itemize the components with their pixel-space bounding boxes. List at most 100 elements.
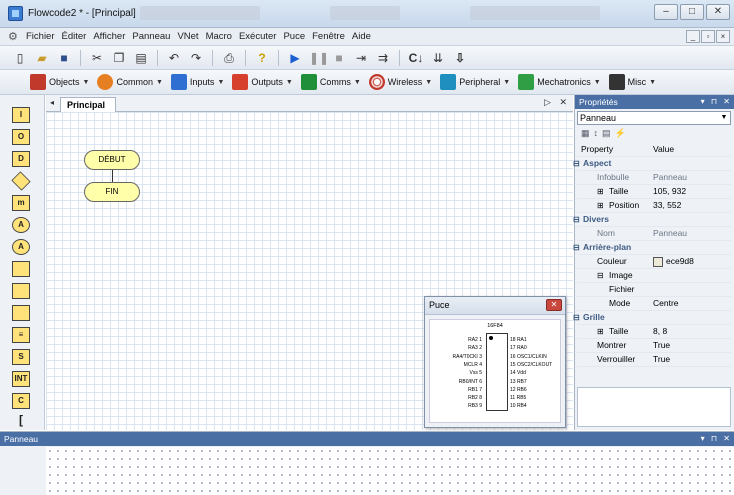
undo-icon[interactable]: ↶ [166, 50, 182, 66]
mdi-minimize-button[interactable]: _ [686, 30, 700, 43]
start-node[interactable]: DÉBUT [84, 150, 140, 170]
chip-pin-right[interactable]: 16 OSC1/CLKIN [510, 353, 547, 361]
pause-icon[interactable]: ❚❚ [309, 50, 329, 66]
chip-pin-left[interactable]: RB3 9 [468, 402, 482, 410]
delay-icon[interactable]: D [12, 151, 30, 167]
print-icon[interactable]: ⎙ [221, 50, 237, 66]
common-menu-button[interactable]: Common ▼ [97, 74, 163, 90]
step-into-icon[interactable]: ⇥ [353, 50, 369, 66]
close-button[interactable]: ✕ [706, 4, 730, 20]
menu-fichier[interactable]: Fichier [26, 31, 55, 42]
output-icon[interactable]: O [12, 129, 30, 145]
end-node[interactable]: FIN [84, 182, 140, 202]
property-row[interactable]: Montrer True [577, 339, 731, 353]
property-value[interactable]: Panneau [653, 227, 687, 240]
property-value[interactable]: Panneau [653, 171, 687, 184]
mdi-restore-button[interactable]: ▫ [701, 30, 715, 43]
alphabetical-icon[interactable]: ↕ [594, 128, 603, 138]
component-macro-icon[interactable] [12, 305, 30, 321]
menu-aide[interactable]: Aide [352, 31, 371, 42]
string-icon[interactable]: S [12, 349, 30, 365]
help-icon[interactable]: ? [254, 50, 270, 66]
chip-pin-right[interactable]: 12 RB6 [510, 386, 527, 394]
menu-puce[interactable]: Puce [283, 31, 305, 42]
interrupt-icon[interactable]: INT [12, 371, 30, 387]
c-code-icon[interactable]: C [12, 393, 30, 409]
loop-icon[interactable] [12, 261, 30, 277]
chip-pin-right[interactable]: 10 RB4 [510, 402, 527, 410]
property-row[interactable]: Infobulle Panneau [577, 171, 731, 185]
a-to-d-icon[interactable]: A [12, 217, 30, 233]
input-icon[interactable]: I [12, 107, 30, 123]
collapse-icon[interactable]: ⊟ [573, 213, 580, 226]
menu-macro[interactable]: Macro [206, 31, 232, 42]
property-row[interactable]: ⊞ Taille 105, 932 [577, 185, 731, 199]
expand-icon[interactable]: ⊞ [597, 325, 604, 338]
pin-icon[interactable]: ⊓ [711, 434, 717, 443]
property-value[interactable]: 8, 8 [653, 325, 667, 338]
panel-canvas[interactable] [46, 447, 734, 495]
chip-pin-left[interactable]: RA2 1 [468, 336, 482, 344]
property-row[interactable]: ⊞ Taille 8, 8 [577, 325, 731, 339]
chip-window-title-bar[interactable]: Puce ✕ [425, 297, 565, 315]
property-row[interactable]: Couleur ece9d8 [577, 255, 731, 269]
maximize-button[interactable]: □ [680, 4, 704, 20]
menu-editer[interactable]: Éditer [62, 31, 87, 42]
chip-pin-right[interactable]: 13 RB7 [510, 378, 527, 386]
minimize-button[interactable]: – [654, 4, 678, 20]
panel-menu-icon[interactable]: ▾ [701, 97, 705, 106]
chip-pin-right[interactable]: 18 RA1 [510, 336, 527, 344]
peripheral-menu-button[interactable]: Peripheral ▼ [440, 74, 510, 90]
property-value[interactable]: 105, 932 [653, 185, 686, 198]
property-row[interactable]: ⊟ Arrière-plan [573, 241, 731, 255]
chip-pin-left[interactable]: Vss 5 [469, 369, 482, 377]
close-tab-icon[interactable]: ✕ [559, 97, 567, 107]
tab-scroll-left-icon[interactable]: ◂ [50, 98, 54, 107]
chip-pin-right[interactable]: 17 RA0 [510, 344, 527, 352]
new-file-icon[interactable]: ▯ [12, 50, 28, 66]
panel-menu-icon[interactable]: ▾ [701, 434, 705, 443]
object-selector-dropdown[interactable]: Panneau ▼ [577, 111, 731, 125]
chip-pin-left[interactable]: RB2 8 [468, 394, 482, 402]
chip-package[interactable] [486, 333, 508, 411]
stop-icon[interactable]: ■ [331, 50, 347, 66]
property-row[interactable]: Fichier [577, 283, 731, 297]
wireless-menu-button[interactable]: Wireless ▼ [368, 74, 432, 90]
redo-icon[interactable]: ↷ [188, 50, 204, 66]
calculation-icon[interactable]: ≡ [12, 327, 30, 343]
property-row[interactable]: ⊟ Divers [573, 213, 731, 227]
property-value[interactable]: Centre [653, 297, 679, 310]
mechatronics-menu-button[interactable]: Mechatronics ▼ [518, 74, 601, 90]
pin-icon[interactable]: ⊓ [711, 97, 717, 106]
save-icon[interactable]: ■ [56, 50, 72, 66]
menu-afficher[interactable]: Afficher [93, 31, 125, 42]
property-value[interactable]: True [653, 353, 670, 366]
expand-icon[interactable]: ⊞ [597, 185, 604, 198]
jump-icon[interactable]: A [12, 239, 30, 255]
step-over-icon[interactable]: ⇉ [375, 50, 391, 66]
open-folder-icon[interactable]: ▰ [34, 50, 50, 66]
misc-menu-button[interactable]: Misc ▼ [608, 74, 656, 90]
comment-icon[interactable]: [ [12, 413, 30, 429]
chip-pin-left[interactable]: MCLR 4 [464, 361, 482, 369]
collapse-icon[interactable]: ⊟ [597, 269, 604, 282]
compile-c-icon[interactable]: C↓ [408, 50, 424, 66]
tab-principal[interactable]: Principal [60, 97, 117, 112]
objects-menu-button[interactable]: Objects ▼ [30, 74, 89, 90]
property-row[interactable]: ⊟ Image [577, 269, 731, 283]
run-icon[interactable]: ▶ [287, 50, 303, 66]
property-row[interactable]: Mode Centre [577, 297, 731, 311]
property-value[interactable]: True [653, 339, 670, 352]
panel-close-icon[interactable]: ✕ [723, 434, 730, 443]
compile-chip-icon[interactable]: ⇩ [452, 50, 468, 66]
chip-pin-left[interactable]: RB1 7 [468, 386, 482, 394]
paste-icon[interactable]: ▤ [133, 50, 149, 66]
flowchart-canvas[interactable]: DÉBUT FIN Puce ✕ 16F84 RA2 1 RA3 2 RA4/T0C… [46, 112, 573, 430]
chip-window-close-button[interactable]: ✕ [546, 299, 562, 311]
inputs-menu-button[interactable]: Inputs ▼ [170, 74, 224, 90]
property-value[interactable]: ece9d8 [653, 255, 694, 268]
property-value[interactable]: 33, 552 [653, 199, 681, 212]
chip-pin-left[interactable]: RB0/INT 6 [459, 378, 482, 386]
collapse-icon[interactable]: ⊟ [573, 157, 580, 170]
copy-icon[interactable]: ❐ [111, 50, 127, 66]
